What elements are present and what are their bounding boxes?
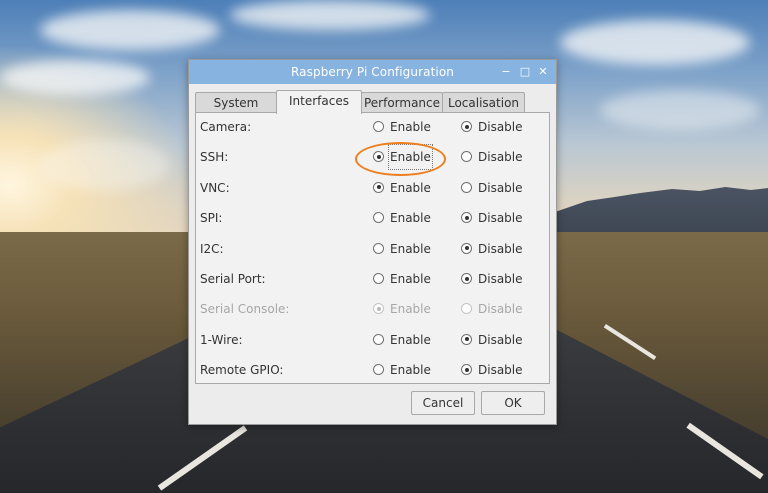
interface-row-i2c: I2C: Enable Disable [196,238,549,260]
spi-disable-radio[interactable] [461,212,472,224]
ssh-enable-radio[interactable] [373,151,384,163]
vnc-enable-radio[interactable] [373,181,384,193]
interface-row-ssh: SSH: Enable Disable [196,144,549,171]
ssh-disable-label[interactable]: Disable [478,146,523,168]
serial-console-enable-radio [373,303,384,315]
ssh-enable-label[interactable]: Enable [388,144,433,171]
serial-port-disable-radio[interactable] [461,273,472,284]
interface-row-camera: Camera: Enable Disable [196,116,549,138]
vnc-enable-label[interactable]: Enable [390,177,431,199]
interface-row-vnc: VNC: Enable Disable [196,177,549,199]
i2c-enable-label[interactable]: Enable [390,238,431,260]
interface-label-ssh: SSH: [200,150,229,165]
remote-gpio-enable-label[interactable]: Enable [390,359,431,381]
spi-enable-label[interactable]: Enable [390,207,431,229]
interface-label-1-wire: 1-Wire: [200,332,243,347]
1-wire-enable-label[interactable]: Enable [390,329,431,351]
interfaces-panel: Camera: Enable Disable SSH: Enable Disable VNC… [195,112,550,384]
cloud [0,60,150,95]
remote-gpio-enable-radio[interactable] [373,364,384,376]
serial-console-enable-label: Enable [390,302,431,317]
tab-system[interactable]: System [195,92,277,113]
serial-console-disable-label: Disable [478,302,523,317]
i2c-disable-label[interactable]: Disable [478,238,523,260]
interface-row-1-wire: 1-Wire: Enable Disable [196,329,549,351]
remote-gpio-disable-label[interactable]: Disable [478,359,523,381]
cloud [230,0,430,30]
vnc-disable-label[interactable]: Disable [478,177,523,199]
interface-label-remote-gpio: Remote GPIO: [200,363,284,378]
tab-interfaces[interactable]: Interfaces [276,90,362,114]
remote-gpio-disable-radio[interactable] [461,364,472,376]
ok-button[interactable]: OK [481,391,545,415]
tab-performance[interactable]: Performance [361,92,443,113]
raspberry-pi-configuration-window: Raspberry Pi Configuration − □ ✕ System … [188,59,557,425]
vnc-disable-radio[interactable] [461,181,472,193]
camera-disable-radio[interactable] [461,121,472,132]
close-icon[interactable]: ✕ [536,60,550,84]
cloud [560,20,750,65]
interface-row-spi: SPI: Enable Disable [196,207,549,229]
1-wire-disable-label[interactable]: Disable [478,329,523,351]
1-wire-enable-radio[interactable] [373,333,384,345]
cloud [40,10,220,50]
interface-row-remote-gpio: Remote GPIO: Enable Disable [196,359,549,381]
minimize-icon[interactable]: − [499,60,513,84]
i2c-disable-radio[interactable] [461,242,472,254]
cloud [40,140,170,190]
ssh-disable-radio[interactable] [461,151,472,163]
camera-enable-label[interactable]: Enable [390,116,431,138]
i2c-enable-radio[interactable] [373,242,384,254]
1-wire-disable-radio[interactable] [461,333,472,345]
interface-label-camera: Camera: [200,120,252,134]
interface-label-vnc: VNC: [200,180,230,195]
serial-port-disable-label[interactable]: Disable [478,268,523,290]
interface-row-serial-port: Serial Port: Enable Disable [196,268,549,290]
cloud [600,90,760,130]
spi-enable-radio[interactable] [373,212,384,224]
interface-row-serial-console: Serial Console: Enable Disable [196,298,549,320]
interface-label-spi: SPI: [200,211,223,226]
maximize-icon[interactable]: □ [518,60,532,84]
serial-port-enable-label[interactable]: Enable [390,268,431,290]
camera-enable-radio[interactable] [373,121,384,132]
tab-localisation[interactable]: Localisation [442,92,525,113]
window-title: Raspberry Pi Configuration [291,65,454,79]
cancel-button[interactable]: Cancel [411,391,475,415]
serial-port-enable-radio[interactable] [373,273,384,284]
camera-disable-label[interactable]: Disable [478,116,523,138]
interface-label-i2c: I2C: [200,241,224,256]
serial-console-disable-radio [461,303,472,315]
tab-bar: System Interfaces Performance Localisati… [195,90,550,114]
interface-label-serial-console: Serial Console: [200,302,290,317]
title-bar[interactable]: Raspberry Pi Configuration − □ ✕ [189,60,556,84]
interface-label-serial-port: Serial Port: [200,272,266,286]
spi-disable-label[interactable]: Disable [478,207,523,229]
